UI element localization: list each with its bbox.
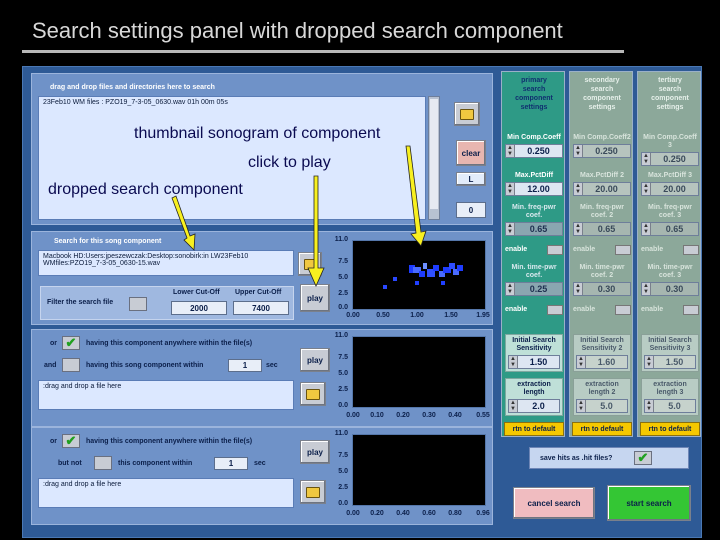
annotation-arrows (171, 145, 427, 287)
arrow-to-thumbnail (405, 145, 427, 247)
arrow-to-play (307, 175, 325, 287)
arrow-to-dropped (171, 195, 196, 251)
